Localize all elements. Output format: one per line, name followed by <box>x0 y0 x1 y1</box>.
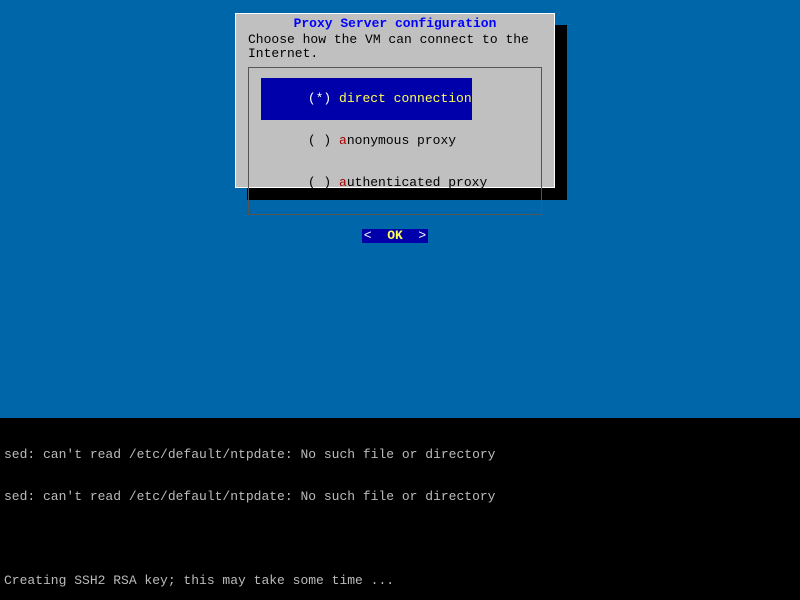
option-anonymous-proxy[interactable]: ( ) anonymous proxy <box>261 120 529 162</box>
option-label: nonymous proxy <box>347 133 456 148</box>
chevron-right-icon: > <box>403 228 426 243</box>
terminal-line: sed: can't read /etc/default/ntpdate: No… <box>4 490 796 504</box>
ok-button[interactable]: < OK > <box>362 229 428 243</box>
radio-indicator: (*) <box>308 91 339 106</box>
ok-button-label: OK <box>387 228 403 243</box>
option-hotkey: d <box>339 91 347 106</box>
option-label: uthenticated proxy <box>347 175 487 190</box>
option-authenticated-proxy[interactable]: ( ) authenticated proxy <box>261 162 529 204</box>
dialog-title: Proxy Server configuration <box>244 17 546 31</box>
terminal-line: sed: can't read /etc/default/ntpdate: No… <box>4 448 796 462</box>
option-list: (*) direct connection ( ) anonymous prox… <box>248 67 542 215</box>
terminal-line <box>4 532 796 546</box>
proxy-config-dialog: Proxy Server configuration Choose how th… <box>235 13 555 188</box>
option-direct-connection[interactable]: (*) direct connection <box>261 78 472 120</box>
option-hotkey: a <box>339 175 347 190</box>
option-label: irect connection <box>347 91 472 106</box>
chevron-left-icon: < <box>364 228 387 243</box>
dialog-prompt: Choose how the VM can connect to the Int… <box>244 33 546 61</box>
radio-indicator: ( ) <box>308 175 339 190</box>
option-hotkey: a <box>339 133 347 148</box>
radio-indicator: ( ) <box>308 133 339 148</box>
button-row: < OK > <box>244 229 546 243</box>
terminal-line: Creating SSH2 RSA key; this may take som… <box>4 574 796 588</box>
terminal-output: sed: can't read /etc/default/ntpdate: No… <box>0 418 800 600</box>
